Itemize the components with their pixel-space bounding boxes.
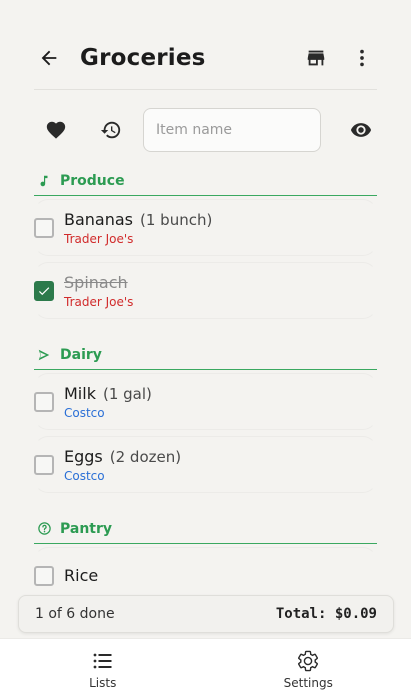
list-item[interactable]: Milk (1 gal) Costco — [34, 370, 377, 433]
item-store: Trader Joe's — [64, 294, 134, 309]
section-title: Pantry — [60, 520, 113, 537]
app-header: Groceries — [34, 30, 377, 86]
more-menu-button[interactable] — [347, 43, 377, 73]
list-item[interactable]: Rice — [34, 544, 377, 596]
gear-icon — [298, 650, 319, 672]
item-store: Trader Joe's — [64, 231, 134, 246]
grocery-list: Produce Bananas (1 bunch) Trader Joe's S… — [34, 166, 377, 596]
store-icon — [307, 50, 325, 66]
item-text: Rice — [64, 566, 98, 585]
bottom-navigation: Lists Settings — [0, 638, 411, 700]
list-item[interactable]: Eggs (2 dozen) Costco — [34, 433, 377, 496]
section-title: Produce — [60, 172, 125, 189]
item-store: Costco — [64, 468, 105, 483]
section-title: Dairy — [60, 346, 102, 363]
nav-settings[interactable]: Settings — [206, 639, 411, 700]
heart-icon — [46, 121, 66, 139]
item-store: Costco — [64, 405, 105, 420]
nav-label: Lists — [89, 676, 117, 690]
item-checkbox[interactable] — [34, 454, 54, 475]
item-text: Spinach Trader Joe's — [64, 273, 133, 309]
summary-bar: 1 of 6 done Total: $0.09 — [18, 595, 394, 633]
show-checked-toggle[interactable] — [339, 108, 383, 152]
item-text: Bananas (1 bunch) Trader Joe's — [64, 210, 212, 246]
item-line: Bananas (1 bunch) — [64, 210, 212, 229]
history-icon — [100, 121, 121, 139]
item-line: Rice — [64, 566, 98, 585]
nav-label: Settings — [283, 676, 333, 690]
total-price: Total: $0.09 — [275, 606, 377, 622]
add-item-toolbar — [34, 108, 377, 152]
back-button[interactable] — [34, 43, 64, 73]
item-line: Eggs (2 dozen) — [64, 447, 181, 466]
item-quantity: (1 gal) — [102, 384, 152, 403]
item-text: Eggs (2 dozen) Costco — [64, 447, 181, 483]
section-header-produce[interactable]: Produce — [34, 166, 377, 196]
more-vertical-icon — [360, 49, 364, 67]
item-line: Milk (1 gal) — [64, 384, 152, 403]
item-quantity: (1 bunch) — [140, 210, 213, 229]
list-icon — [93, 653, 112, 669]
item-name: Spinach — [64, 272, 128, 292]
page-title: Groceries — [80, 45, 206, 71]
item-name: Eggs — [64, 446, 103, 466]
item-checkbox[interactable] — [34, 217, 54, 238]
item-checkbox[interactable] — [34, 280, 54, 301]
store-button[interactable] — [301, 43, 331, 73]
item-line: Spinach — [64, 273, 133, 292]
history-button[interactable] — [89, 108, 133, 152]
item-name: Bananas — [64, 209, 134, 229]
item-name: Milk — [64, 383, 96, 403]
section-header-dairy[interactable]: Dairy — [34, 340, 377, 370]
section-header-pantry[interactable]: Pantry — [34, 514, 377, 544]
eye-icon — [350, 123, 372, 137]
favorites-button[interactable] — [34, 108, 78, 152]
item-name-input[interactable] — [143, 108, 321, 152]
item-checkbox[interactable] — [34, 565, 54, 586]
help-circle-icon — [36, 521, 52, 537]
music-note-icon — [36, 173, 52, 189]
arrow-left-icon — [41, 50, 57, 66]
check-icon — [38, 286, 50, 295]
list-item[interactable]: Spinach Trader Joe's — [34, 259, 377, 322]
header-divider — [34, 89, 377, 90]
item-name: Rice — [64, 566, 99, 585]
item-text: Milk (1 gal) Costco — [64, 384, 152, 420]
nav-lists[interactable]: Lists — [0, 639, 206, 700]
item-checkbox[interactable] — [34, 391, 54, 412]
item-quantity: (2 dozen) — [109, 447, 182, 466]
send-icon — [36, 347, 52, 363]
list-item[interactable]: Bananas (1 bunch) Trader Joe's — [34, 196, 377, 259]
done-count: 1 of 6 done — [35, 606, 115, 622]
